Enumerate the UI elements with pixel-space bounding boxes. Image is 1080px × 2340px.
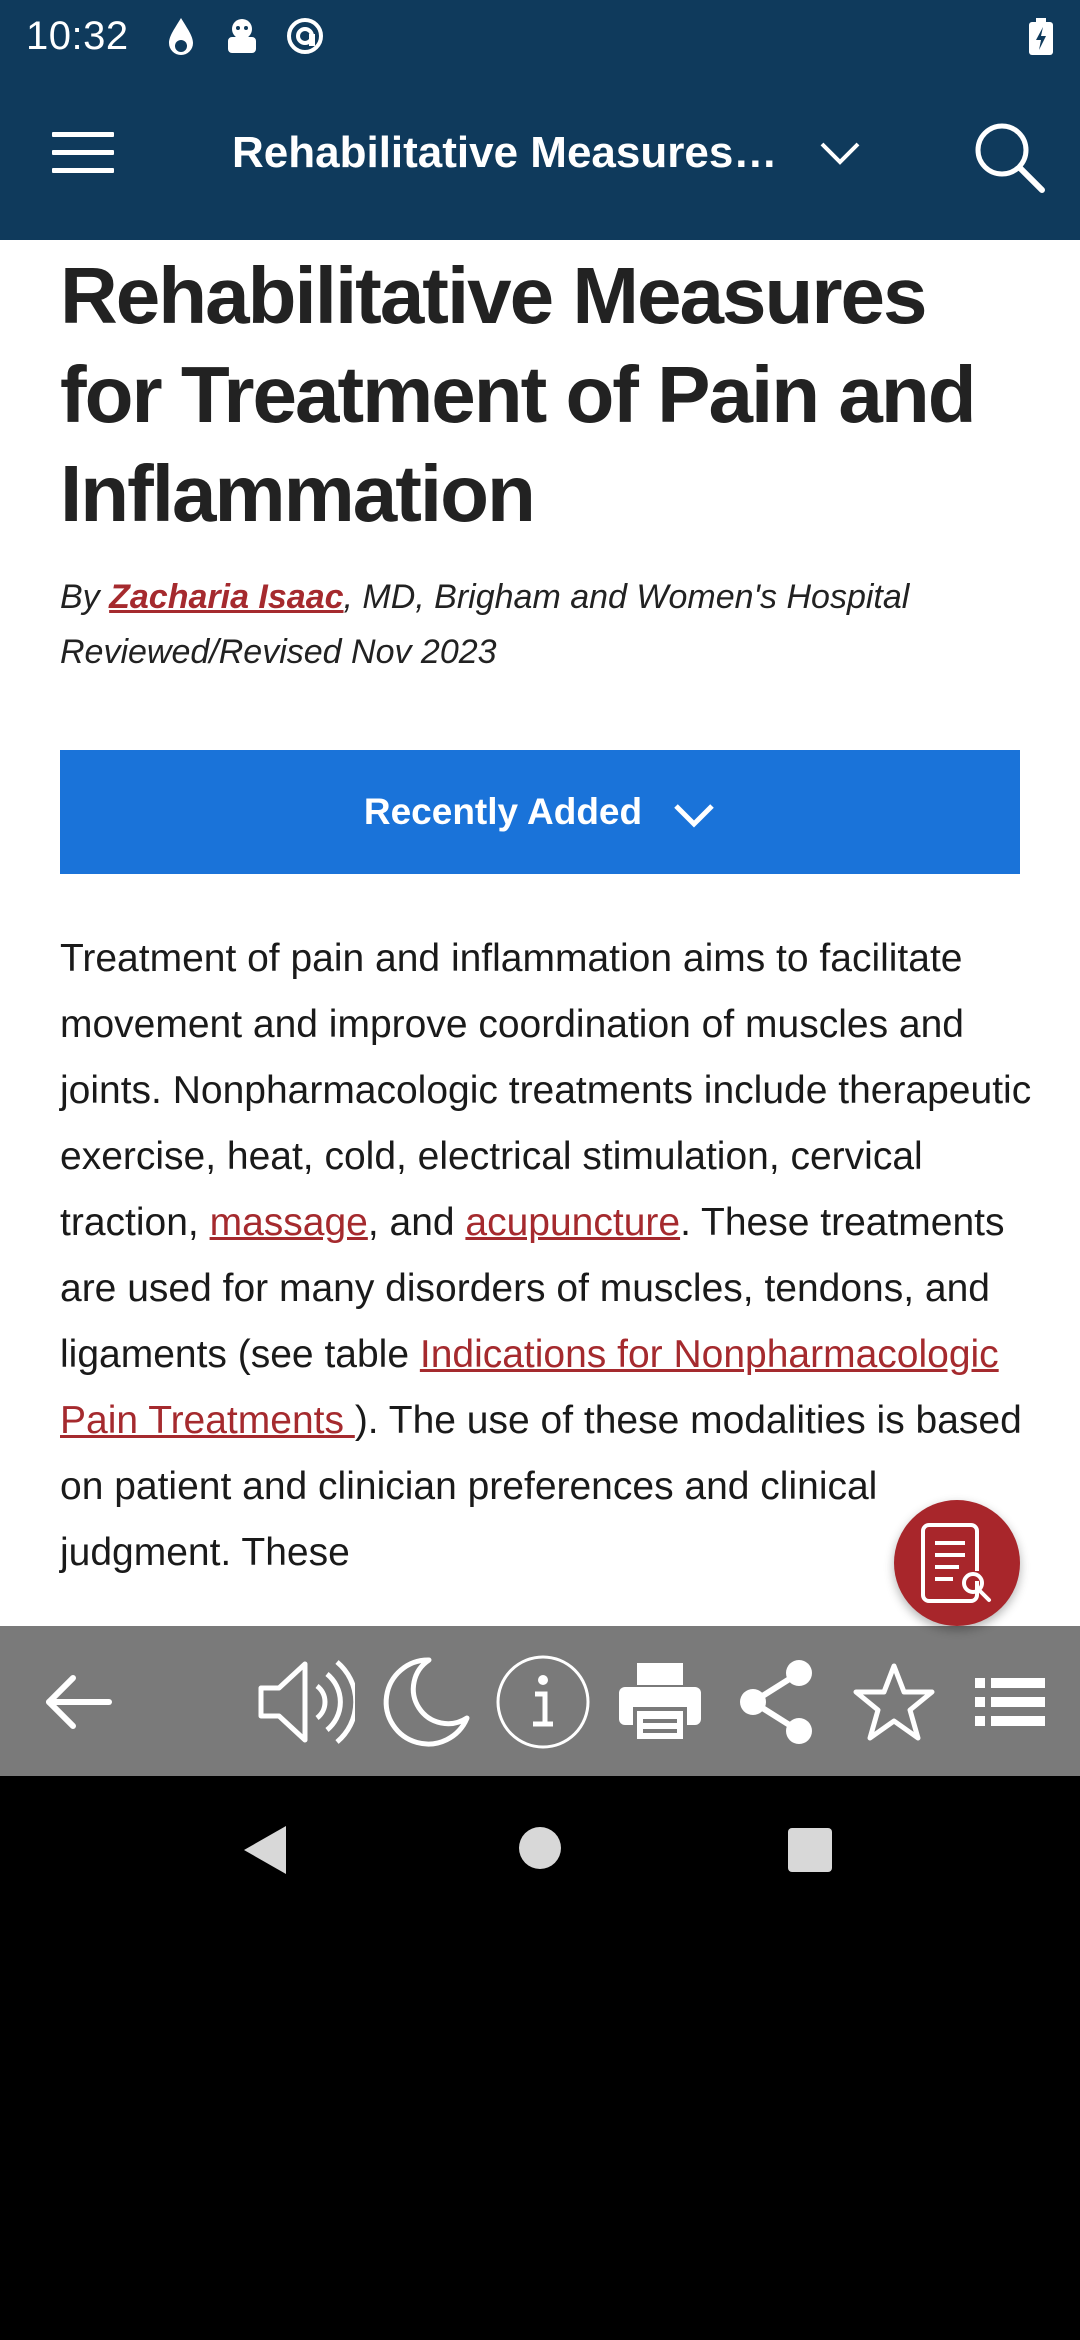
android-robot-icon [227, 19, 256, 53]
share-icon [740, 1660, 812, 1744]
share-button[interactable] [727, 1654, 827, 1750]
printer-icon [619, 1663, 701, 1743]
status-bar: 10:32 [0, 0, 1080, 72]
article-content[interactable]: Rehabilitative Measures for Treatment of… [0, 240, 1080, 1626]
recently-added-label: Recently Added [363, 791, 643, 832]
list-icon [975, 1678, 1045, 1726]
system-nav-bar [0, 1776, 1080, 1922]
chevron-down-icon[interactable] [818, 138, 862, 168]
article-body: Treatment of pain and inflammation aims … [60, 926, 1040, 1586]
status-icons [163, 15, 325, 57]
app-bar-title[interactable]: Rehabilitative Measures… [232, 128, 777, 178]
search-icon[interactable] [972, 120, 1046, 194]
nav-home-icon[interactable] [518, 1826, 562, 1870]
byline-prefix: By [60, 578, 110, 616]
sync-circle-icon [286, 18, 323, 54]
reviewed-date: Reviewed/Revised Nov 2023 [60, 633, 497, 671]
bottom-toolbar [0, 1626, 1080, 1776]
status-time: 10:32 [26, 13, 129, 58]
moon-icon [383, 1657, 470, 1747]
body-text-1: Treatment of pain and inflammation aims … [60, 937, 1032, 1244]
menu-line [52, 168, 114, 173]
author-link[interactable]: Zacharia Isaac [109, 578, 343, 616]
favorite-button[interactable] [844, 1654, 944, 1750]
print-button[interactable] [610, 1654, 710, 1750]
app-bar: Rehabilitative Measures… [0, 72, 1080, 240]
star-icon [853, 1663, 935, 1741]
night-mode-button[interactable] [375, 1654, 475, 1750]
info-button[interactable] [493, 1654, 593, 1750]
search-document-fab[interactable] [894, 1500, 1020, 1626]
drop-notification-icon [168, 18, 193, 55]
nav-back-icon[interactable] [242, 1824, 288, 1876]
info-icon [496, 1655, 590, 1749]
article-title: Rehabilitative Measures for Treatment of… [60, 251, 977, 538]
recently-added-button[interactable]: Recently Added [60, 750, 1020, 874]
back-button[interactable] [28, 1654, 128, 1750]
byline: By Zacharia Isaac, MD, Brigham and Women… [60, 570, 1040, 680]
nav-recents-icon[interactable] [788, 1828, 832, 1872]
document-search-icon [921, 1523, 991, 1603]
speaker-icon [258, 1660, 355, 1744]
contents-button[interactable] [960, 1654, 1060, 1750]
arrow-left-icon [46, 1675, 112, 1729]
menu-button[interactable] [52, 132, 114, 182]
acupuncture-link[interactable]: acupuncture [465, 1201, 680, 1244]
byline-affiliation: , MD, Brigham and Women's Hospital [343, 578, 910, 616]
audio-button[interactable] [255, 1654, 355, 1750]
menu-line [52, 150, 114, 155]
chevron-down-icon [674, 804, 714, 828]
menu-line [52, 132, 114, 137]
massage-link[interactable]: massage [210, 1201, 368, 1244]
body-text-2: , and [367, 1201, 466, 1244]
battery-charging-icon [1029, 18, 1053, 55]
